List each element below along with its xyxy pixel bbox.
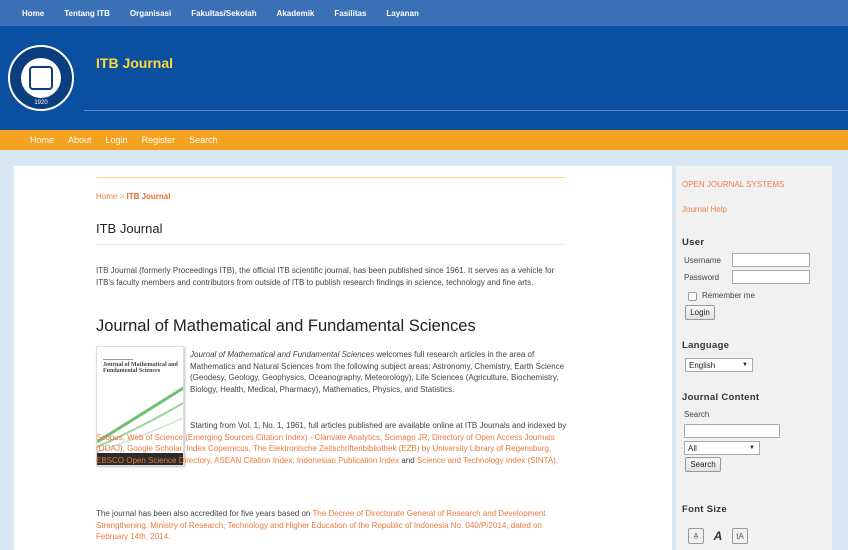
breadcrumb-current[interactable]: ITB Journal [126,192,170,201]
search-button[interactable]: Search [685,457,721,472]
main-nav: Home About Login Register Search [0,130,848,150]
breadcrumb-home[interactable]: Home [96,192,117,201]
top-nav-organisasi[interactable]: Organisasi [130,9,171,18]
itb-logo[interactable]: 1920 [8,45,74,111]
remember-me-label: Remember me [702,291,755,300]
main-nav-search[interactable]: Search [189,135,218,145]
top-nav-fakultas[interactable]: Fakultas/Sekolah [191,9,256,18]
indexing-text: Starting from Vol. 1, No. 1, 1961, full … [96,421,567,466]
header-divider [84,110,848,111]
main-nav-login[interactable]: Login [106,135,128,145]
chevron-down-icon: ▼ [749,445,755,451]
top-nav-akademik[interactable]: Akademik [277,9,315,18]
logo-year: 1920 [34,100,48,106]
top-nav-home[interactable]: Home [22,9,44,18]
language-selected: English [689,360,716,370]
username-input[interactable] [732,253,810,267]
main-nav-home[interactable]: Home [30,135,54,145]
journal-content-heading: Journal Content [682,392,760,403]
main-nav-about[interactable]: About [68,135,92,145]
search-label: Search [684,410,710,419]
top-nav-fasilitas[interactable]: Fasilitas [334,9,366,18]
font-size-heading: Font Size [682,504,727,515]
journal-help-link[interactable]: Journal Help [682,205,727,214]
login-button[interactable]: Login [685,305,715,320]
user-heading: User [682,237,705,248]
main-content: Home > ITB Journal ITB Journal ITB Journ… [14,166,672,550]
password-label: Password [684,273,720,282]
ojs-link[interactable]: OPEN JOURNAL SYSTEMS [682,180,784,189]
page-title: ITB Journal [96,221,163,236]
top-nav-tentang-itb[interactable]: Tentang ITB [64,9,110,18]
search-input[interactable] [684,424,780,438]
search-scope-select[interactable]: All ▼ [684,441,760,455]
font-large-button[interactable]: tA [732,528,748,544]
password-input[interactable] [732,270,810,284]
search-scope-selected: All [688,443,697,453]
language-select[interactable]: English ▼ [685,358,753,372]
site-header: 1920 ITB Journal [0,26,848,130]
top-nav-layanan[interactable]: Layanan [386,9,418,18]
journal-heading[interactable]: Journal of Mathematical and Fundamental … [96,317,476,336]
sinta-link[interactable]: Science and Technology Index (SINTA). [417,456,558,465]
chevron-down-icon: ▼ [742,362,748,368]
accreditation-text: The journal has been also accredited for… [96,509,546,542]
language-heading: Language [682,340,730,351]
main-nav-register[interactable]: Register [142,135,176,145]
sidebar: OPEN JOURNAL SYSTEMS Journal Help User U… [676,166,832,550]
title-divider [96,244,566,245]
logo-emblem-icon [21,58,61,98]
username-label: Username [684,256,721,265]
journal-description: Journal of Mathematical and Fundamental … [190,350,565,395]
content-top-divider [96,177,566,178]
font-medium-button[interactable]: A [710,528,726,544]
breadcrumb: Home > ITB Journal [96,192,170,201]
intro-text: ITB Journal (formerly Proceedings ITB), … [96,266,555,287]
font-small-button[interactable]: A̱ [688,528,704,544]
journal-name-italic: Journal of Mathematical and Fundamental … [190,350,375,359]
remember-me-checkbox[interactable] [688,292,697,301]
site-title[interactable]: ITB Journal [96,55,173,71]
top-nav: Home Tentang ITB Organisasi Fakultas/Sek… [0,0,848,26]
